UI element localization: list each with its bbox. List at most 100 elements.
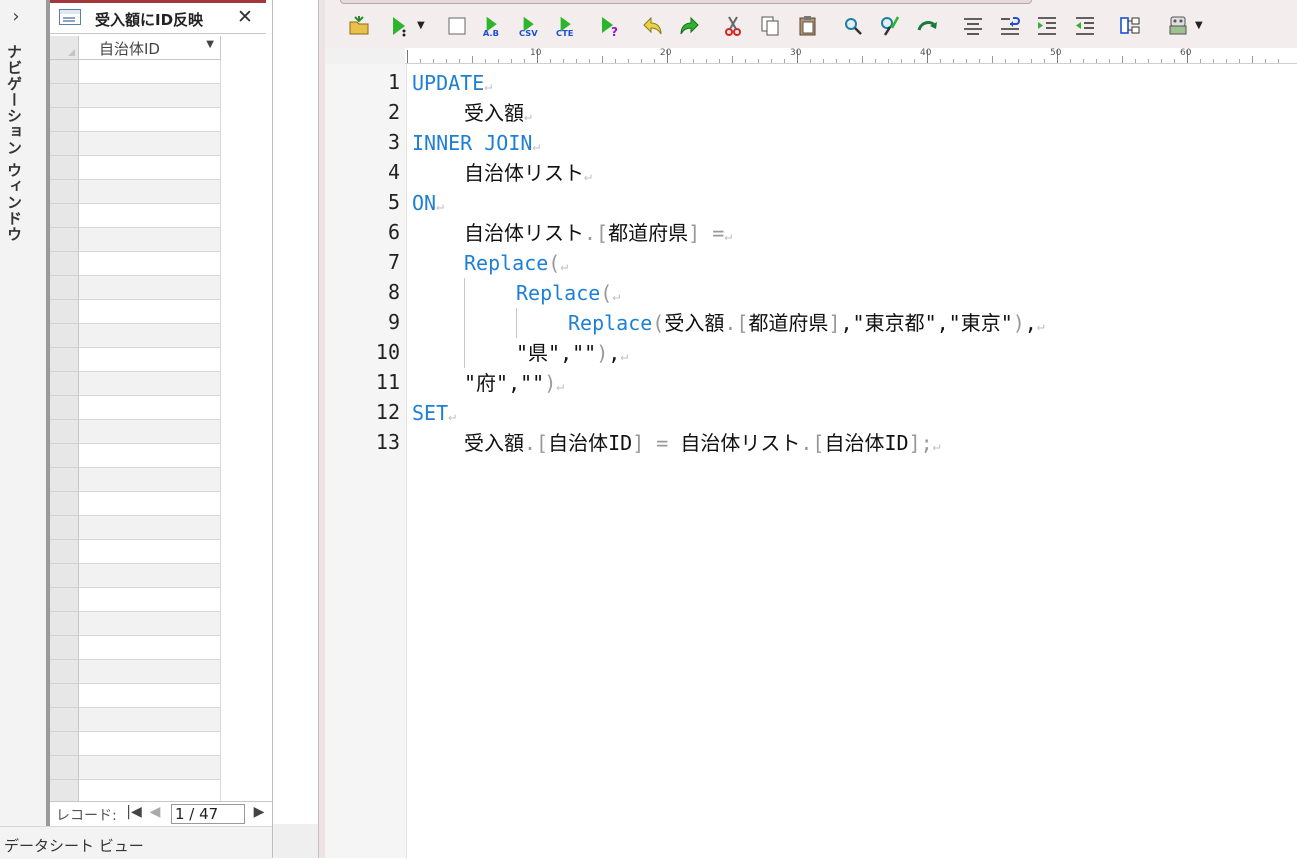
datasheet-cell[interactable]	[79, 300, 221, 324]
goto-icon[interactable]	[916, 14, 940, 38]
row-selector[interactable]	[50, 276, 79, 300]
datasheet-cell[interactable]	[79, 780, 221, 802]
datasheet-row[interactable]	[50, 708, 272, 732]
datasheet-row[interactable]	[50, 252, 272, 276]
document-tab[interactable]: 受入額にID反映 ✕	[50, 0, 266, 34]
column-header-jichitai-id[interactable]: 自治体ID ▼	[79, 36, 221, 60]
row-selector[interactable]	[50, 420, 79, 444]
row-selector[interactable]	[50, 588, 79, 612]
datasheet-cell[interactable]	[79, 540, 221, 564]
datasheet-row[interactable]	[50, 468, 272, 492]
datasheet-cell[interactable]	[79, 324, 221, 348]
plugin-dropdown-icon[interactable]: ▼	[1195, 20, 1203, 31]
previous-record-button[interactable]: ◀	[148, 804, 162, 820]
datasheet-row[interactable]	[50, 276, 272, 300]
structure-icon[interactable]	[1118, 14, 1142, 38]
datasheet-cell[interactable]	[79, 636, 221, 660]
datasheet-cell[interactable]	[79, 84, 221, 108]
row-selector[interactable]	[50, 84, 79, 108]
plugin-icon[interactable]	[1166, 14, 1190, 38]
datasheet-cell[interactable]	[79, 708, 221, 732]
datasheet-cell[interactable]	[79, 564, 221, 588]
datasheet-row[interactable]	[50, 540, 272, 564]
row-selector[interactable]	[50, 252, 79, 276]
row-selector[interactable]	[50, 636, 79, 660]
datasheet-cell[interactable]	[79, 732, 221, 756]
row-selector[interactable]	[50, 396, 79, 420]
datasheet-row[interactable]	[50, 492, 272, 516]
nav-pane-title[interactable]: ナビゲーション ウィンドウ	[4, 44, 25, 242]
datasheet-row[interactable]	[50, 228, 272, 252]
row-selector[interactable]	[50, 444, 79, 468]
row-selector[interactable]	[50, 60, 79, 84]
datasheet-cell[interactable]	[79, 156, 221, 180]
code-area[interactable]: UPDATE↵ 受入額↵ INNER JOIN↵ 自治体リスト↵ ON↵ 自治体リスト.[…	[412, 64, 1292, 858]
datasheet-row[interactable]	[50, 396, 272, 420]
sql-editor[interactable]: 1 2 3 4 5 6 7 8 9 10 11 12 13 UPDATE↵ 受入額↵ INNER JOIN↵…	[325, 64, 1297, 858]
datasheet-cell[interactable]	[79, 132, 221, 156]
column-filter-dropdown-icon[interactable]: ▼	[206, 39, 214, 50]
row-selector[interactable]	[50, 780, 79, 802]
new-icon[interactable]	[445, 14, 469, 38]
datasheet-cell[interactable]	[79, 108, 221, 132]
datasheet-row[interactable]	[50, 756, 272, 780]
next-record-button[interactable]: ▶	[252, 804, 266, 820]
code-line[interactable]: ON↵	[412, 188, 444, 218]
cut-icon[interactable]	[721, 14, 745, 38]
datasheet-row[interactable]	[50, 108, 272, 132]
datasheet-row[interactable]	[50, 780, 272, 802]
export-csv-icon[interactable]: CSV	[519, 14, 545, 38]
redo-icon[interactable]	[677, 14, 701, 38]
code-line[interactable]: Replace(↵	[516, 278, 620, 308]
code-line[interactable]: 受入額↵	[464, 98, 532, 128]
indent-icon[interactable]	[1035, 14, 1059, 38]
datasheet-cell[interactable]	[79, 372, 221, 396]
run-icon[interactable]	[388, 14, 412, 38]
datasheet-cell[interactable]	[79, 396, 221, 420]
copy-icon[interactable]	[758, 14, 782, 38]
replace-icon[interactable]	[878, 14, 902, 38]
code-line[interactable]: Replace(↵	[464, 248, 568, 278]
row-selector[interactable]	[50, 348, 79, 372]
row-selector[interactable]	[50, 372, 79, 396]
align-icon[interactable]	[961, 14, 985, 38]
datasheet-cell[interactable]	[79, 420, 221, 444]
row-selector[interactable]	[50, 612, 79, 636]
datasheet-row[interactable]	[50, 420, 272, 444]
row-selector[interactable]	[50, 492, 79, 516]
code-line[interactable]: SET↵	[412, 398, 456, 428]
datasheet-cell[interactable]	[79, 348, 221, 372]
row-selector[interactable]	[50, 468, 79, 492]
datasheet-cell[interactable]	[79, 612, 221, 636]
run-ab-icon[interactable]: A.B	[482, 14, 508, 38]
datasheet-row[interactable]	[50, 60, 272, 84]
row-selector[interactable]	[50, 180, 79, 204]
datasheet-cell[interactable]	[79, 660, 221, 684]
datasheet-row[interactable]	[50, 660, 272, 684]
row-selector[interactable]	[50, 156, 79, 180]
row-selector[interactable]	[50, 516, 79, 540]
datasheet-row[interactable]	[50, 324, 272, 348]
code-line[interactable]: INNER JOIN↵	[412, 128, 540, 158]
row-selector[interactable]	[50, 300, 79, 324]
datasheet-row[interactable]	[50, 564, 272, 588]
row-selector[interactable]	[50, 228, 79, 252]
row-selector[interactable]	[50, 540, 79, 564]
code-line[interactable]: Replace(受入額.[都道府県],"東京都","東京"),↵	[568, 308, 1045, 338]
datasheet-cell[interactable]	[79, 684, 221, 708]
row-selector[interactable]	[50, 732, 79, 756]
datasheet-cell[interactable]	[79, 276, 221, 300]
datasheet-row[interactable]	[50, 372, 272, 396]
datasheet-cell[interactable]	[79, 444, 221, 468]
row-selector[interactable]	[50, 204, 79, 228]
first-record-button[interactable]: |◀	[126, 804, 142, 820]
code-line[interactable]: 自治体リスト.[都道府県] =↵	[464, 218, 732, 248]
datasheet-row[interactable]	[50, 180, 272, 204]
outdent-icon[interactable]	[1073, 14, 1097, 38]
current-record-field[interactable]: 1 / 47	[171, 804, 245, 824]
select-all-corner[interactable]	[50, 36, 79, 60]
datasheet-row[interactable]	[50, 612, 272, 636]
search-icon[interactable]	[841, 14, 865, 38]
datasheet-row[interactable]	[50, 684, 272, 708]
datasheet-cell[interactable]	[79, 468, 221, 492]
